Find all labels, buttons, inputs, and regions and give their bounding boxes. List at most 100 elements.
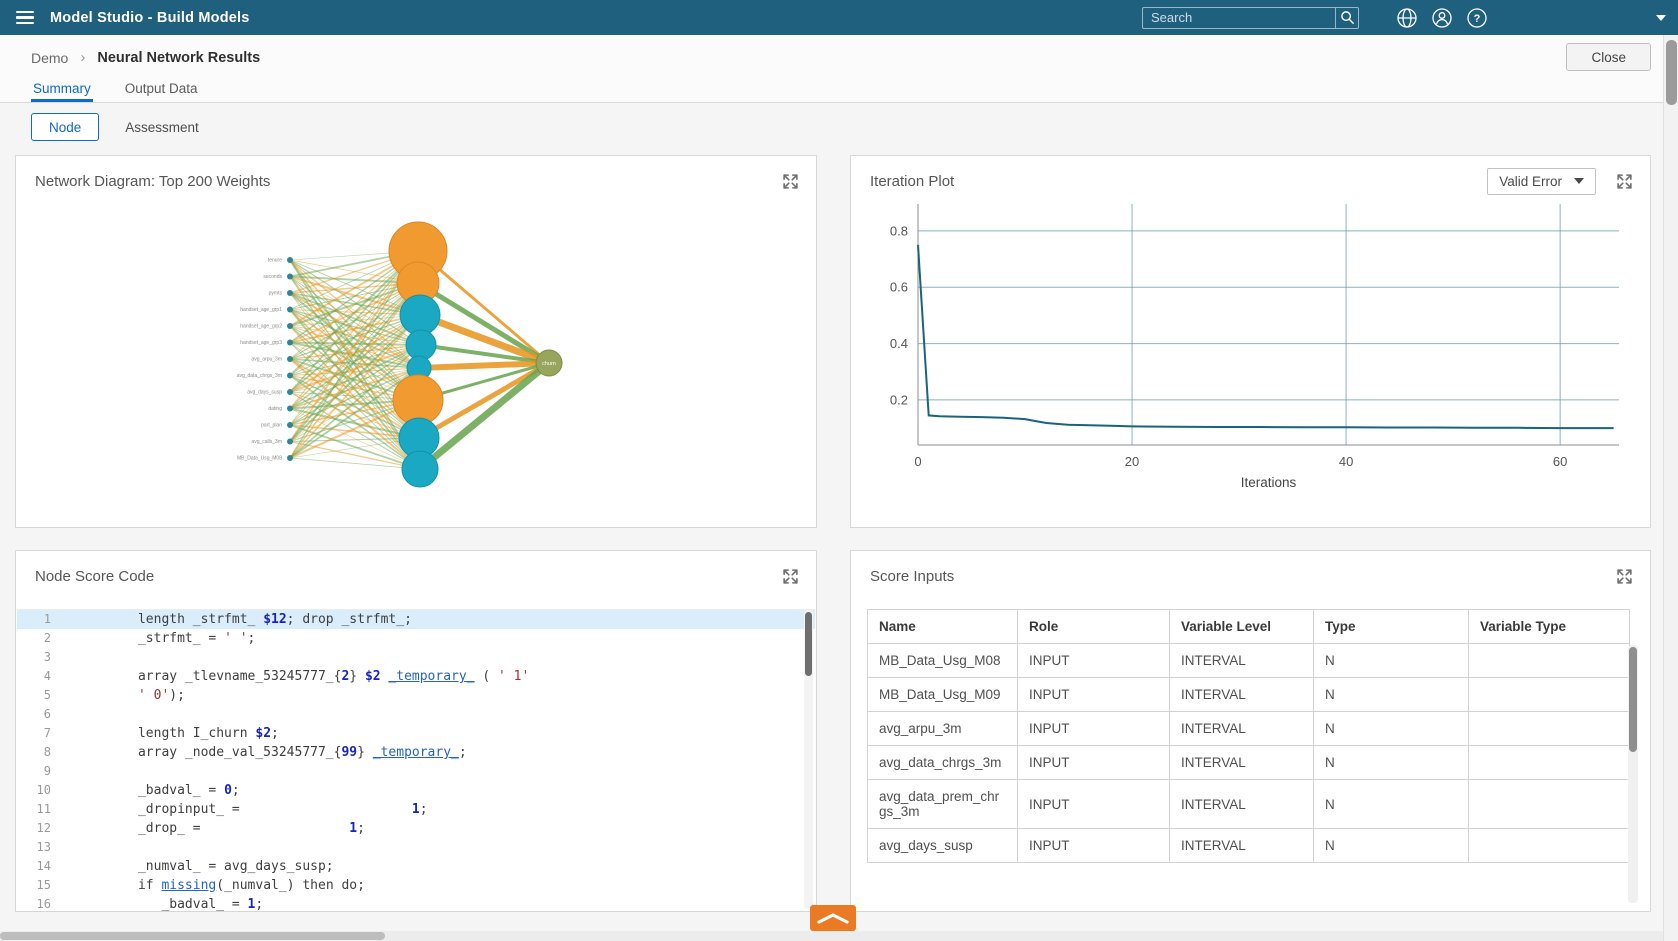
table-row[interactable]: MB_Data_Usg_M09INPUTINTERVALN [868,678,1630,712]
table-cell: INTERVAL [1170,746,1314,780]
panel-title: Network Diagram: Top 200 Weights [35,173,270,190]
panel-header: Network Diagram: Top 200 Weights [16,156,816,198]
table-scrollbar[interactable] [1628,645,1638,903]
code-scrollbar[interactable] [804,610,813,909]
column-header[interactable]: Name [868,610,1018,644]
iteration-plot: 0.20.40.60.80204060Iterations [851,198,1651,528]
svg-text:dating: dating [268,406,282,412]
tab-label: Output Data [125,81,198,96]
search-icon[interactable] [1335,8,1358,28]
scrollbar-thumb[interactable] [805,612,812,676]
network-diagram-panel: Network Diagram: Top 200 Weights tenure s… [15,155,817,528]
svg-text:avg_arpu_3m: avg_arpu_3m [251,357,282,363]
score-code-panel: Node Score Code 1 length _strfmt_ $12; d… [15,550,817,912]
search-box[interactable] [1142,7,1359,29]
svg-text:40: 40 [1339,454,1353,469]
table-row[interactable]: MB_Data_Usg_M08INPUTINTERVALN [868,644,1630,678]
column-header[interactable]: Type [1314,610,1469,644]
maximize-icon[interactable] [782,173,799,190]
menu-icon[interactable] [16,11,34,24]
svg-text:avg_data_chrgs_3m: avg_data_chrgs_3m [237,373,282,379]
table-cell: MB_Data_Usg_M08 [868,644,1018,678]
code-line: 6 [17,705,815,724]
chevron-up-icon [815,911,851,925]
tab-output-data[interactable]: Output Data [123,81,200,102]
code-line: 4 array _tlevname_53245777_{2} $2 _tempo… [17,667,815,686]
code-line: 1 length _strfmt_ $12; drop _strfmt_; [17,610,815,629]
table-row[interactable]: avg_days_suspINPUTINTERVALN [868,829,1630,863]
maximize-icon[interactable] [1616,568,1633,585]
series-select[interactable]: Valid Error [1487,168,1596,195]
maximize-icon[interactable] [782,568,799,585]
table-cell: INTERVAL [1170,712,1314,746]
table-cell: INPUT [1018,780,1170,829]
chevron-down-icon [1574,178,1584,184]
svg-text:Iterations: Iterations [1241,475,1297,490]
svg-text:0.8: 0.8 [890,223,908,238]
panel-header: Score Inputs [851,551,1650,593]
svg-text:avg_calls_3m: avg_calls_3m [251,439,282,445]
help-icon[interactable]: ? [1466,7,1488,29]
code-editor[interactable]: 1 length _strfmt_ $12; drop _strfmt_;2 _… [17,609,815,911]
table-cell [1469,780,1630,829]
code-lines: 1 length _strfmt_ $12; drop _strfmt_;2 _… [17,610,815,911]
breadcrumb: Demo › Neural Network Results [31,49,260,66]
scrollbar-thumb[interactable] [1666,40,1677,105]
subtab-node[interactable]: Node [31,113,99,141]
table-row[interactable]: avg_data_prem_chrgs_3mINPUTINTERVALN [868,780,1630,829]
code-line: 10 _badval_ = 0; [17,781,815,800]
panel-title: Score Inputs [870,568,954,585]
table-row[interactable]: avg_arpu_3mINPUTINTERVALN [868,712,1630,746]
svg-text:0.6: 0.6 [890,280,908,295]
subtab-assessment[interactable]: Assessment [125,120,199,135]
column-header[interactable]: Variable Type [1469,610,1630,644]
series-select-value: Valid Error [1499,174,1562,189]
network-diagram: tenuresecondspymtshandset_age_grp1handse… [16,198,816,528]
table-cell [1469,829,1630,863]
scrollbar-thumb[interactable] [1629,647,1637,752]
close-button[interactable]: Close [1566,43,1651,71]
table-cell: avg_data_prem_chrgs_3m [868,780,1018,829]
code-line: 3 [17,648,815,667]
search-input[interactable] [1143,10,1335,25]
globe-icon[interactable] [1396,7,1418,29]
code-line: 12 _drop_ = 1; [17,819,815,838]
table-cell: avg_data_chrgs_3m [868,746,1018,780]
horizontal-scrollbar[interactable] [0,931,1678,941]
scrollbar-thumb[interactable] [0,932,385,940]
column-header[interactable]: Role [1018,610,1170,644]
user-icon[interactable] [1431,7,1453,29]
table-cell: N [1314,746,1469,780]
table-cell: N [1314,712,1469,746]
code-line: 2 _strfmt_ = ' '; [17,629,815,648]
column-header[interactable]: Variable Level [1170,610,1314,644]
vertical-scrollbar[interactable] [1663,35,1678,941]
svg-text:0.4: 0.4 [890,336,908,351]
top-bar: Model Studio - Build Models ? [0,0,1678,35]
table-cell: avg_days_susp [868,829,1018,863]
chevron-right-icon: › [80,49,85,66]
table-cell [1469,746,1630,780]
iteration-plot-panel: Iteration Plot Valid Error 0.20.40.60.80… [850,155,1651,528]
svg-text:seconds: seconds [263,274,282,280]
tab-summary[interactable]: Summary [31,81,93,102]
chevron-down-icon[interactable] [1656,15,1666,21]
table-row[interactable]: avg_data_chrgs_3mINPUTINTERVALN [868,746,1630,780]
code-line: 5 ' 0'); [17,686,815,705]
svg-text:tenure: tenure [268,258,282,264]
breadcrumb-parent[interactable]: Demo [31,50,68,66]
svg-text:handset_age_grp1: handset_age_grp1 [240,307,282,313]
expand-bottom-panel-button[interactable] [810,905,856,931]
results-grid: Network Diagram: Top 200 Weights tenure s… [15,155,1651,912]
table-cell [1469,644,1630,678]
table-header-row: NameRoleVariable LevelTypeVariable Type [868,610,1630,644]
score-inputs-panel: Score Inputs NameRoleVariable LevelTypeV… [850,550,1651,912]
page-title: Neural Network Results [97,50,260,66]
svg-text:handset_age_grp2: handset_age_grp2 [240,324,282,330]
maximize-icon[interactable] [1616,173,1633,190]
panel-header: Node Score Code [16,551,816,593]
tab-bar: Summary Output Data [0,80,1678,103]
svg-text:part_plan: part_plan [261,423,282,429]
svg-text:churn: churn [542,361,556,367]
code-line: 9 [17,762,815,781]
